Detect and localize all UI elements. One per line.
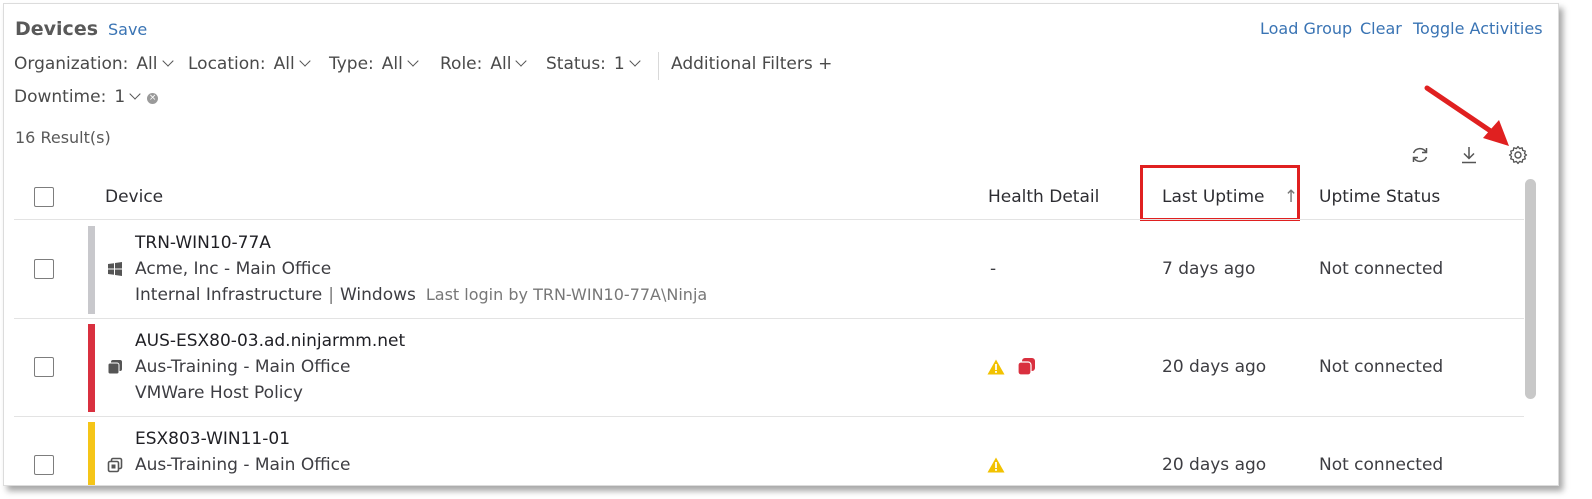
filter-organization-value: All <box>136 54 158 74</box>
device-name[interactable]: ESX803-WIN11-01 <box>135 429 290 449</box>
load-group-link[interactable]: Load Group <box>1260 19 1352 38</box>
additional-filters-button[interactable]: Additional Filters + <box>671 54 832 74</box>
filter-location-label: Location: <box>188 54 266 74</box>
device-organization: Acme, Inc - Main Office <box>135 259 332 279</box>
device-name[interactable]: TRN-WIN10-77A <box>135 233 271 253</box>
annotation-arrow <box>1424 85 1509 146</box>
devices-panel: Devices Save Load Group Clear Toggle Act… <box>3 3 1559 486</box>
device-os: Windows <box>339 285 416 305</box>
last-uptime: 20 days ago <box>1162 455 1267 475</box>
row-divider <box>14 416 1524 417</box>
critical-stack-icon[interactable] <box>1017 357 1036 376</box>
filter-location[interactable]: Location: All <box>188 54 311 74</box>
filter-status-label: Status: <box>546 54 606 74</box>
device-organization: Aus-Training - Main Office <box>135 455 351 475</box>
vertical-scrollbar[interactable] <box>1525 179 1536 399</box>
device-details: Internal Infrastructure | Windows Last logi… <box>135 285 707 305</box>
health-detail: - <box>990 259 997 279</box>
row-checkbox[interactable] <box>34 357 54 377</box>
filter-type[interactable]: Type: All <box>329 54 419 74</box>
row-divider <box>14 318 1524 319</box>
results-count: 16 Result(s) <box>15 128 111 147</box>
device-role: Internal Infrastructure <box>135 285 323 305</box>
row-checkbox[interactable] <box>34 259 54 279</box>
filter-downtime-label: Downtime: <box>14 87 107 107</box>
windows-icon <box>108 262 122 276</box>
column-header-health-detail[interactable]: Health Detail <box>988 187 1099 207</box>
device-policy: VMWare Host Policy <box>135 383 303 403</box>
filter-downtime[interactable]: Downtime: 1 × <box>14 87 159 107</box>
clear-link[interactable]: Clear <box>1360 19 1402 38</box>
chevron-down-icon <box>407 55 419 67</box>
filter-role[interactable]: Role: All <box>440 54 528 74</box>
status-bar <box>88 422 95 485</box>
filter-role-value: All <box>490 54 512 74</box>
filter-organization[interactable]: Organization: All <box>14 54 174 74</box>
chevron-down-icon <box>629 55 641 67</box>
warning-icon[interactable] <box>987 359 1005 375</box>
filter-type-value: All <box>381 54 403 74</box>
uptime-status: Not connected <box>1319 259 1444 279</box>
separator: | <box>328 285 334 305</box>
device-organization: Aus-Training - Main Office <box>135 357 351 377</box>
warning-icon[interactable] <box>987 457 1005 473</box>
vm-host-icon <box>107 360 122 375</box>
filter-status[interactable]: Status: 1 <box>546 54 641 74</box>
filter-role-label: Role: <box>440 54 483 74</box>
filter-divider <box>658 52 659 80</box>
last-login: Last login by TRN-WIN10-77A\Ninja <box>425 285 708 304</box>
filter-type-label: Type: <box>329 54 374 74</box>
chevron-down-icon <box>161 55 174 67</box>
chevron-down-icon <box>515 55 528 67</box>
header-divider <box>14 219 1524 220</box>
column-header-uptime-status[interactable]: Uptime Status <box>1319 187 1440 207</box>
annotation-highlight-box <box>1140 165 1300 221</box>
uptime-status: Not connected <box>1319 455 1444 475</box>
status-bar <box>88 324 95 412</box>
device-name[interactable]: AUS-ESX80-03.ad.ninjarmm.net <box>135 331 405 351</box>
filter-location-value: All <box>273 54 295 74</box>
filter-organization-label: Organization: <box>14 54 129 74</box>
select-all-checkbox[interactable] <box>34 187 54 207</box>
row-checkbox[interactable] <box>34 455 54 475</box>
column-header-device[interactable]: Device <box>105 187 163 207</box>
chevron-down-icon <box>299 55 311 67</box>
clear-filter-icon[interactable]: × <box>147 93 159 104</box>
last-uptime: 20 days ago <box>1162 357 1267 377</box>
toggle-activities-link[interactable]: Toggle Activities <box>1413 19 1543 38</box>
page-title: Devices <box>15 18 99 40</box>
save-link[interactable]: Save <box>108 20 147 39</box>
filter-downtime-value: 1 <box>114 87 126 107</box>
filter-status-value: 1 <box>613 54 625 74</box>
chevron-down-icon <box>129 88 141 100</box>
last-uptime: 7 days ago <box>1162 259 1256 279</box>
vm-guest-icon <box>107 457 123 473</box>
uptime-status: Not connected <box>1319 357 1444 377</box>
status-bar <box>88 226 95 314</box>
